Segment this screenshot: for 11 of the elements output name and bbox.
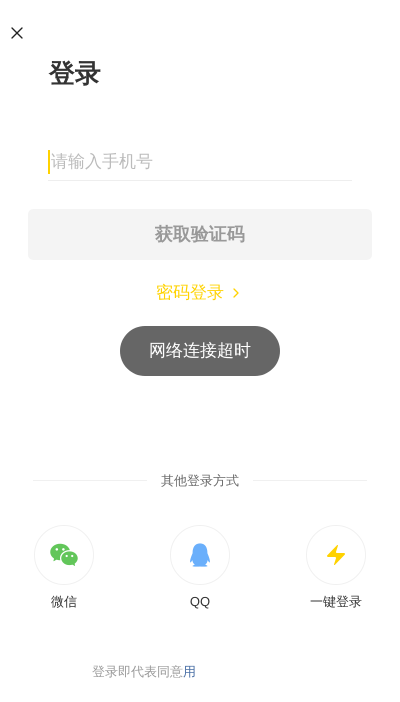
login-method-label: 微信: [51, 593, 77, 611]
password-login-link[interactable]: 密码登录: [156, 280, 244, 306]
other-methods-heading: 其他登录方式: [161, 472, 239, 490]
login-method-label: 一键登录: [310, 593, 362, 611]
lightning-icon: [324, 542, 348, 568]
login-method-label: QQ: [190, 593, 210, 611]
phone-input-field[interactable]: 请输入手机号: [48, 150, 352, 174]
page-title: 登录: [49, 57, 101, 90]
agreement-link[interactable]: 用: [183, 662, 196, 681]
agreement-text: 登录即代表同意: [92, 662, 183, 680]
toast-message: 网络连接超时: [120, 326, 280, 376]
